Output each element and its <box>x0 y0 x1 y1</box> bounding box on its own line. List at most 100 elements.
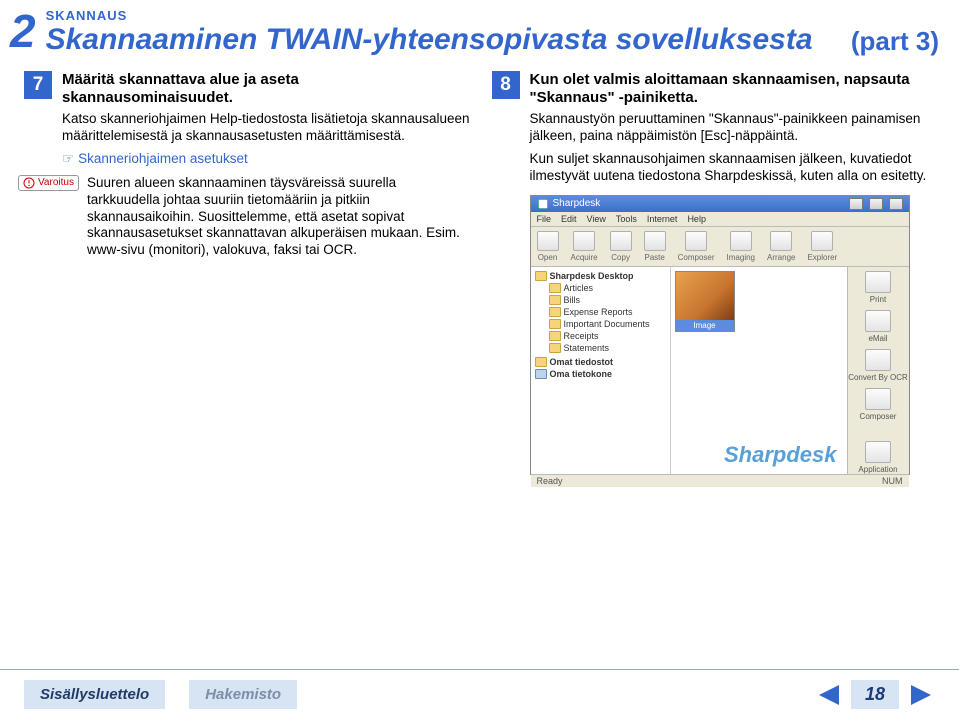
toolbar-label: Copy <box>611 253 630 262</box>
folder-icon <box>535 271 547 281</box>
tree-item[interactable]: Bills <box>535 295 666 305</box>
toolbar: Open Acquire Copy Paste Composer Imaging… <box>531 227 909 267</box>
composer-icon <box>685 231 707 251</box>
computer-icon <box>535 369 547 379</box>
header-text-block: SKANNAUS Skannaaminen TWAIN-yhteensopiva… <box>46 8 831 56</box>
ocr-icon <box>865 349 891 371</box>
output-label: Print <box>870 295 886 304</box>
output-zone: Print eMail Convert By OCR Composer Appl… <box>847 267 909 474</box>
app-icon <box>537 198 549 210</box>
output-label: Application <box>858 465 897 474</box>
link-label: Skanneriohjaimen asetukset <box>78 151 248 166</box>
step-7-title: Määritä skannattava alue ja aseta skanna… <box>62 71 472 107</box>
tree-item-label: Bills <box>564 295 581 305</box>
sharpdesk-window: Sharpdesk File Edit View Tools Internet … <box>530 195 910 475</box>
output-ocr[interactable]: Convert By OCR <box>848 349 908 382</box>
output-print[interactable]: Print <box>865 271 891 304</box>
tree-item-label: Articles <box>564 283 594 293</box>
folder-icon <box>549 307 561 317</box>
tree-item[interactable]: Statements <box>535 343 666 353</box>
open-icon <box>537 231 559 251</box>
tree-item-label: Receipts <box>564 331 599 341</box>
left-column: 7 Määritä skannattava alue ja aseta skan… <box>24 71 472 483</box>
prev-page-button[interactable] <box>815 683 841 707</box>
page-number: 18 <box>851 680 899 709</box>
caution-badge: Varoitus <box>18 175 79 191</box>
toolbar-label: Acquire <box>571 253 598 262</box>
scanner-settings-link[interactable]: ☞ Skanneriohjaimen asetukset <box>62 151 472 167</box>
folder-icon <box>549 283 561 293</box>
tree-item[interactable]: Expense Reports <box>535 307 666 317</box>
toolbar-label: Arrange <box>767 253 795 262</box>
tree-item-label: Important Documents <box>564 319 650 329</box>
folder-tree: Sharpdesk Desktop Articles Bills Expense… <box>531 267 671 474</box>
window-body: Sharpdesk Desktop Articles Bills Expense… <box>531 267 909 474</box>
menu-item[interactable]: File <box>537 214 552 224</box>
menu-item[interactable]: Tools <box>616 214 637 224</box>
index-button[interactable]: Hakemisto <box>189 680 297 709</box>
menu-item[interactable]: Help <box>687 214 706 224</box>
paste-icon <box>644 231 666 251</box>
status-numlock: NUM <box>882 476 903 486</box>
chapter-number: 2 <box>10 8 36 54</box>
tree-item[interactable]: Receipts <box>535 331 666 341</box>
output-label: eMail <box>868 334 887 343</box>
caution-label: Varoitus <box>38 177 74 188</box>
copy-icon <box>610 231 632 251</box>
arrange-icon <box>770 231 792 251</box>
toolbar-imaging[interactable]: Imaging <box>727 231 755 262</box>
status-text: Ready <box>537 476 563 486</box>
tree-my-computer[interactable]: Oma tietokone <box>535 369 666 379</box>
pointer-icon: ☞ <box>62 151 74 167</box>
next-page-button[interactable] <box>909 683 935 707</box>
content-columns: 7 Määritä skannattava alue ja aseta skan… <box>0 57 959 483</box>
output-application[interactable]: Application <box>858 441 897 474</box>
warning-icon <box>23 177 35 189</box>
step-8-text1: Skannaustyön peruuttaminen "Skannaus"-pa… <box>530 111 940 145</box>
tree-item-label: Expense Reports <box>564 307 633 317</box>
tree-my-documents[interactable]: Omat tiedostot <box>535 357 666 367</box>
tree-item-label: Oma tietokone <box>550 369 613 379</box>
explorer-icon <box>811 231 833 251</box>
output-composer[interactable]: Composer <box>860 388 897 421</box>
toolbar-arrange[interactable]: Arrange <box>767 231 795 262</box>
tree-item[interactable]: Articles <box>535 283 666 293</box>
toolbar-label: Explorer <box>807 253 837 262</box>
imaging-icon <box>730 231 752 251</box>
toolbar-open[interactable]: Open <box>537 231 559 262</box>
output-email[interactable]: eMail <box>865 310 891 343</box>
toolbar-composer[interactable]: Composer <box>678 231 715 262</box>
acquire-icon <box>573 231 595 251</box>
menu-item[interactable]: View <box>587 214 606 224</box>
menu-item[interactable]: Edit <box>561 214 577 224</box>
close-button[interactable] <box>889 198 903 210</box>
step-7: 7 Määritä skannattava alue ja aseta skan… <box>24 71 472 259</box>
toolbar-acquire[interactable]: Acquire <box>571 231 598 262</box>
folder-icon <box>549 295 561 305</box>
toolbar-copy[interactable]: Copy <box>610 231 632 262</box>
content-pane: Image Sharpdesk <box>671 267 847 474</box>
step-8-text2: Kun suljet skannausohjaimen skannaamisen… <box>530 151 940 185</box>
thumbnail-caption: Image <box>676 320 734 331</box>
toc-button[interactable]: Sisällysluettelo <box>24 680 165 709</box>
maximize-button[interactable] <box>869 198 883 210</box>
toolbar-explorer[interactable]: Explorer <box>807 231 837 262</box>
caution-block: Varoitus Suuren alueen skannaaminen täys… <box>18 175 472 259</box>
folder-icon <box>549 319 561 329</box>
folder-icon <box>549 331 561 341</box>
toolbar-paste[interactable]: Paste <box>644 231 666 262</box>
scanned-image-thumbnail[interactable]: Image <box>675 271 735 332</box>
step-7-body: Määritä skannattava alue ja aseta skanna… <box>62 71 472 259</box>
output-label: Composer <box>860 412 897 421</box>
tree-item[interactable]: Important Documents <box>535 319 666 329</box>
menu-item[interactable]: Internet <box>647 214 678 224</box>
brand-watermark: Sharpdesk <box>724 442 837 468</box>
tree-root[interactable]: Sharpdesk Desktop <box>535 271 666 281</box>
page-title: Skannaaminen TWAIN-yhteensopivasta sovel… <box>46 23 831 56</box>
step-number-badge: 8 <box>492 71 520 99</box>
step-7-text: Katso skanneriohjaimen Help-tiedostosta … <box>62 111 472 145</box>
tree-root-label: Sharpdesk Desktop <box>550 271 634 281</box>
window-title: Sharpdesk <box>553 198 843 209</box>
toolbar-label: Paste <box>644 253 664 262</box>
minimize-button[interactable] <box>849 198 863 210</box>
